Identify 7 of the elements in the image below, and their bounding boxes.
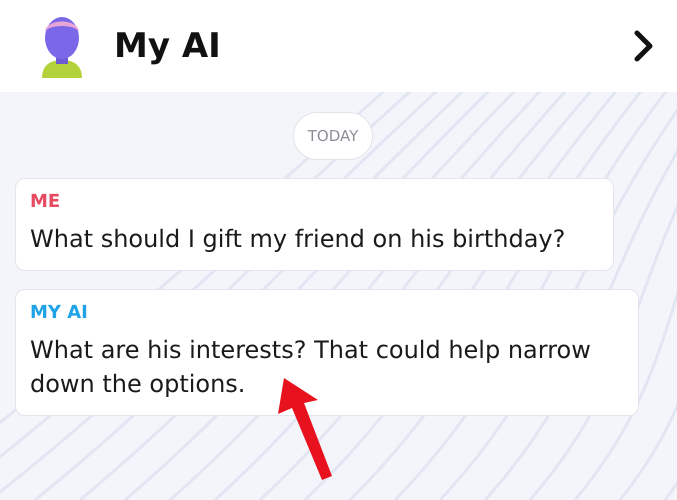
chevron-right-icon[interactable] [633, 30, 655, 62]
message-text: What are his interests? That could help narrow down the options. [30, 335, 592, 400]
sender-label: MY AI [30, 302, 89, 323]
message-text: What should I gift my friend on his birthday? [30, 224, 566, 255]
sender-label: ME [30, 191, 62, 212]
chat-title: My AI [114, 26, 222, 66]
date-divider: TODAY [292, 112, 374, 160]
